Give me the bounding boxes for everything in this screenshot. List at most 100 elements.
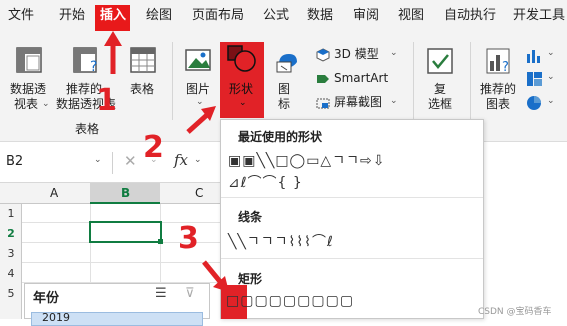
recent-shapes-row-2[interactable]: ⊿ℓ⌒⌒{ } bbox=[228, 172, 303, 192]
icons-button[interactable]: 图 标 bbox=[270, 44, 306, 114]
ribbon-separator-1 bbox=[172, 42, 173, 120]
watermark: CSDN @宝码香车 bbox=[478, 307, 552, 317]
3d-model-caret-icon: ⌄ bbox=[390, 48, 398, 58]
table-button[interactable]: 表格 bbox=[126, 44, 162, 114]
formula-divider bbox=[112, 152, 113, 174]
smartart-icon bbox=[317, 75, 329, 83]
table-label: 表格 bbox=[130, 82, 155, 96]
menu-file[interactable]: 文件 bbox=[8, 7, 34, 25]
group-tables-label: 表格 bbox=[75, 122, 100, 136]
fill-handle[interactable] bbox=[158, 239, 163, 244]
slicer[interactable]: 年份 ☰ ⊽ 2019 bbox=[24, 283, 210, 326]
shapes-button[interactable]: 形状 ⌄ bbox=[220, 42, 264, 118]
recommended-pivot-icon: ? bbox=[73, 47, 97, 75]
menu-home[interactable]: 开始 bbox=[59, 7, 85, 25]
hierarchy-chart-caret-icon: ⌄ bbox=[547, 72, 555, 82]
rec-charts-label-2: 图表 bbox=[486, 97, 511, 111]
gridline bbox=[22, 262, 220, 263]
name-box[interactable]: B2 ⌄ bbox=[4, 152, 104, 174]
svg-text:?: ? bbox=[90, 59, 97, 75]
hierarchy-chart-icon[interactable] bbox=[525, 70, 545, 88]
screenshot-caret-icon: ⌄ bbox=[390, 96, 398, 106]
menu-data[interactable]: 数据 bbox=[307, 7, 333, 25]
row-2-header[interactable]: 2 bbox=[0, 227, 22, 240]
pivot-label-1: 数据透 bbox=[10, 82, 47, 96]
icons-label-2: 标 bbox=[278, 97, 291, 111]
menu-developer[interactable]: 开发工具 bbox=[513, 7, 565, 25]
row-5-header[interactable]: 5 bbox=[0, 287, 22, 300]
column-chart-caret-icon: ⌄ bbox=[547, 48, 555, 58]
svg-text:?: ? bbox=[502, 60, 509, 75]
multi-select-icon[interactable]: ☰ bbox=[155, 286, 167, 301]
checkbox-label-2: 选框 bbox=[428, 97, 453, 111]
recommended-charts-icon: ? bbox=[486, 48, 510, 75]
screenshot-button[interactable]: 屏幕截图 ⌄ bbox=[314, 94, 406, 112]
annotation-step-1: 1 bbox=[96, 83, 117, 118]
rec-charts-label-1: 推荐的 bbox=[480, 82, 517, 96]
fx-caret-icon: ⌄ bbox=[194, 155, 202, 165]
picture-label: 图片 bbox=[186, 82, 211, 96]
insert-function-icon[interactable]: fx bbox=[174, 151, 188, 169]
picture-caret-icon: ⌄ bbox=[196, 97, 204, 107]
menu-view[interactable]: 视图 bbox=[398, 7, 424, 25]
ribbon-separator-2 bbox=[413, 42, 414, 120]
shapes-caret-icon: ⌄ bbox=[239, 98, 247, 108]
menu-review[interactable]: 审阅 bbox=[353, 7, 379, 25]
annotation-step-3: 3 bbox=[178, 221, 199, 256]
smartart-button[interactable]: SmartArt bbox=[314, 70, 406, 88]
pivot-table-button[interactable]: 数据透 视表 ⌄ bbox=[8, 44, 52, 114]
slicer-title: 年份 bbox=[33, 291, 60, 306]
lines-row[interactable]: ╲╲ㄱㄱㄱ⌇⌇⌇⌒ℓ bbox=[228, 231, 334, 251]
clear-filter-icon[interactable]: ⊽ bbox=[185, 286, 195, 301]
pivot-caret-icon: ⌄ bbox=[42, 99, 50, 109]
ribbon-separator-3 bbox=[470, 42, 471, 120]
pie-chart-icon[interactable] bbox=[525, 94, 545, 112]
checkbox-button[interactable]: 复 选框 bbox=[420, 44, 460, 114]
name-box-value: B2 bbox=[6, 154, 24, 169]
row-1-header[interactable]: 1 bbox=[0, 207, 22, 220]
3d-model-button[interactable]: 3D 模型 ⌄ bbox=[314, 46, 406, 64]
shapes-label: 形状 bbox=[229, 82, 254, 96]
row-header-bar bbox=[0, 204, 22, 319]
screenshot-icon bbox=[316, 98, 330, 109]
rectangles-row[interactable]: □▢▢▢▢▢▢▢▢ bbox=[226, 293, 354, 309]
menu-draw[interactable]: 绘图 bbox=[146, 7, 172, 25]
table-icon bbox=[130, 47, 156, 73]
row-3-header[interactable]: 3 bbox=[0, 247, 22, 260]
shapes-icon bbox=[227, 45, 256, 72]
row-4-header[interactable]: 4 bbox=[0, 267, 22, 280]
pie-chart-caret-icon: ⌄ bbox=[547, 96, 555, 106]
checkbox-icon bbox=[427, 48, 453, 74]
menu-formulas[interactable]: 公式 bbox=[263, 7, 289, 25]
screenshot-label: 屏幕截图 bbox=[334, 95, 383, 109]
menu-divider bbox=[221, 258, 483, 259]
menu-divider bbox=[221, 197, 483, 198]
selected-cell-b2[interactable] bbox=[89, 221, 162, 243]
3d-model-label: 3D 模型 bbox=[334, 47, 379, 61]
recent-shapes-title: 最近使用的形状 bbox=[238, 130, 323, 144]
menu-insert[interactable]: 插入 bbox=[100, 7, 126, 25]
column-chart-icon[interactable] bbox=[525, 46, 545, 64]
pivot-table-icon bbox=[16, 47, 42, 73]
column-b-header[interactable]: B bbox=[121, 186, 130, 200]
name-box-caret-icon: ⌄ bbox=[94, 155, 102, 165]
pivot-label-2: 视表 bbox=[14, 97, 39, 111]
lines-title: 线条 bbox=[238, 210, 263, 224]
menu-page-layout[interactable]: 页面布局 bbox=[192, 7, 244, 25]
annotation-step-2: 2 bbox=[143, 130, 164, 165]
column-a-header[interactable]: A bbox=[50, 186, 58, 200]
slicer-item[interactable]: 2019 bbox=[31, 311, 203, 326]
picture-button[interactable]: 图片 ⌄ bbox=[180, 44, 216, 114]
slicer-item-label: 2019 bbox=[42, 311, 70, 324]
icons-icon bbox=[276, 54, 297, 73]
checkbox-label-1: 复 bbox=[434, 82, 447, 96]
picture-icon bbox=[185, 49, 211, 71]
smartart-label: SmartArt bbox=[334, 71, 389, 85]
cancel-icon[interactable]: ✕ bbox=[124, 152, 137, 170]
menu-automate[interactable]: 自动执行 bbox=[444, 7, 496, 25]
recommended-charts-button[interactable]: ? 推荐的 图表 bbox=[478, 44, 522, 114]
3d-model-icon bbox=[316, 48, 330, 62]
icons-label-1: 图 bbox=[278, 82, 291, 96]
recent-shapes-row-1[interactable]: ▣▣╲╲□◯▭△ㄱㄱ⇨⇩ bbox=[228, 150, 385, 170]
column-c-header[interactable]: C bbox=[195, 186, 203, 200]
